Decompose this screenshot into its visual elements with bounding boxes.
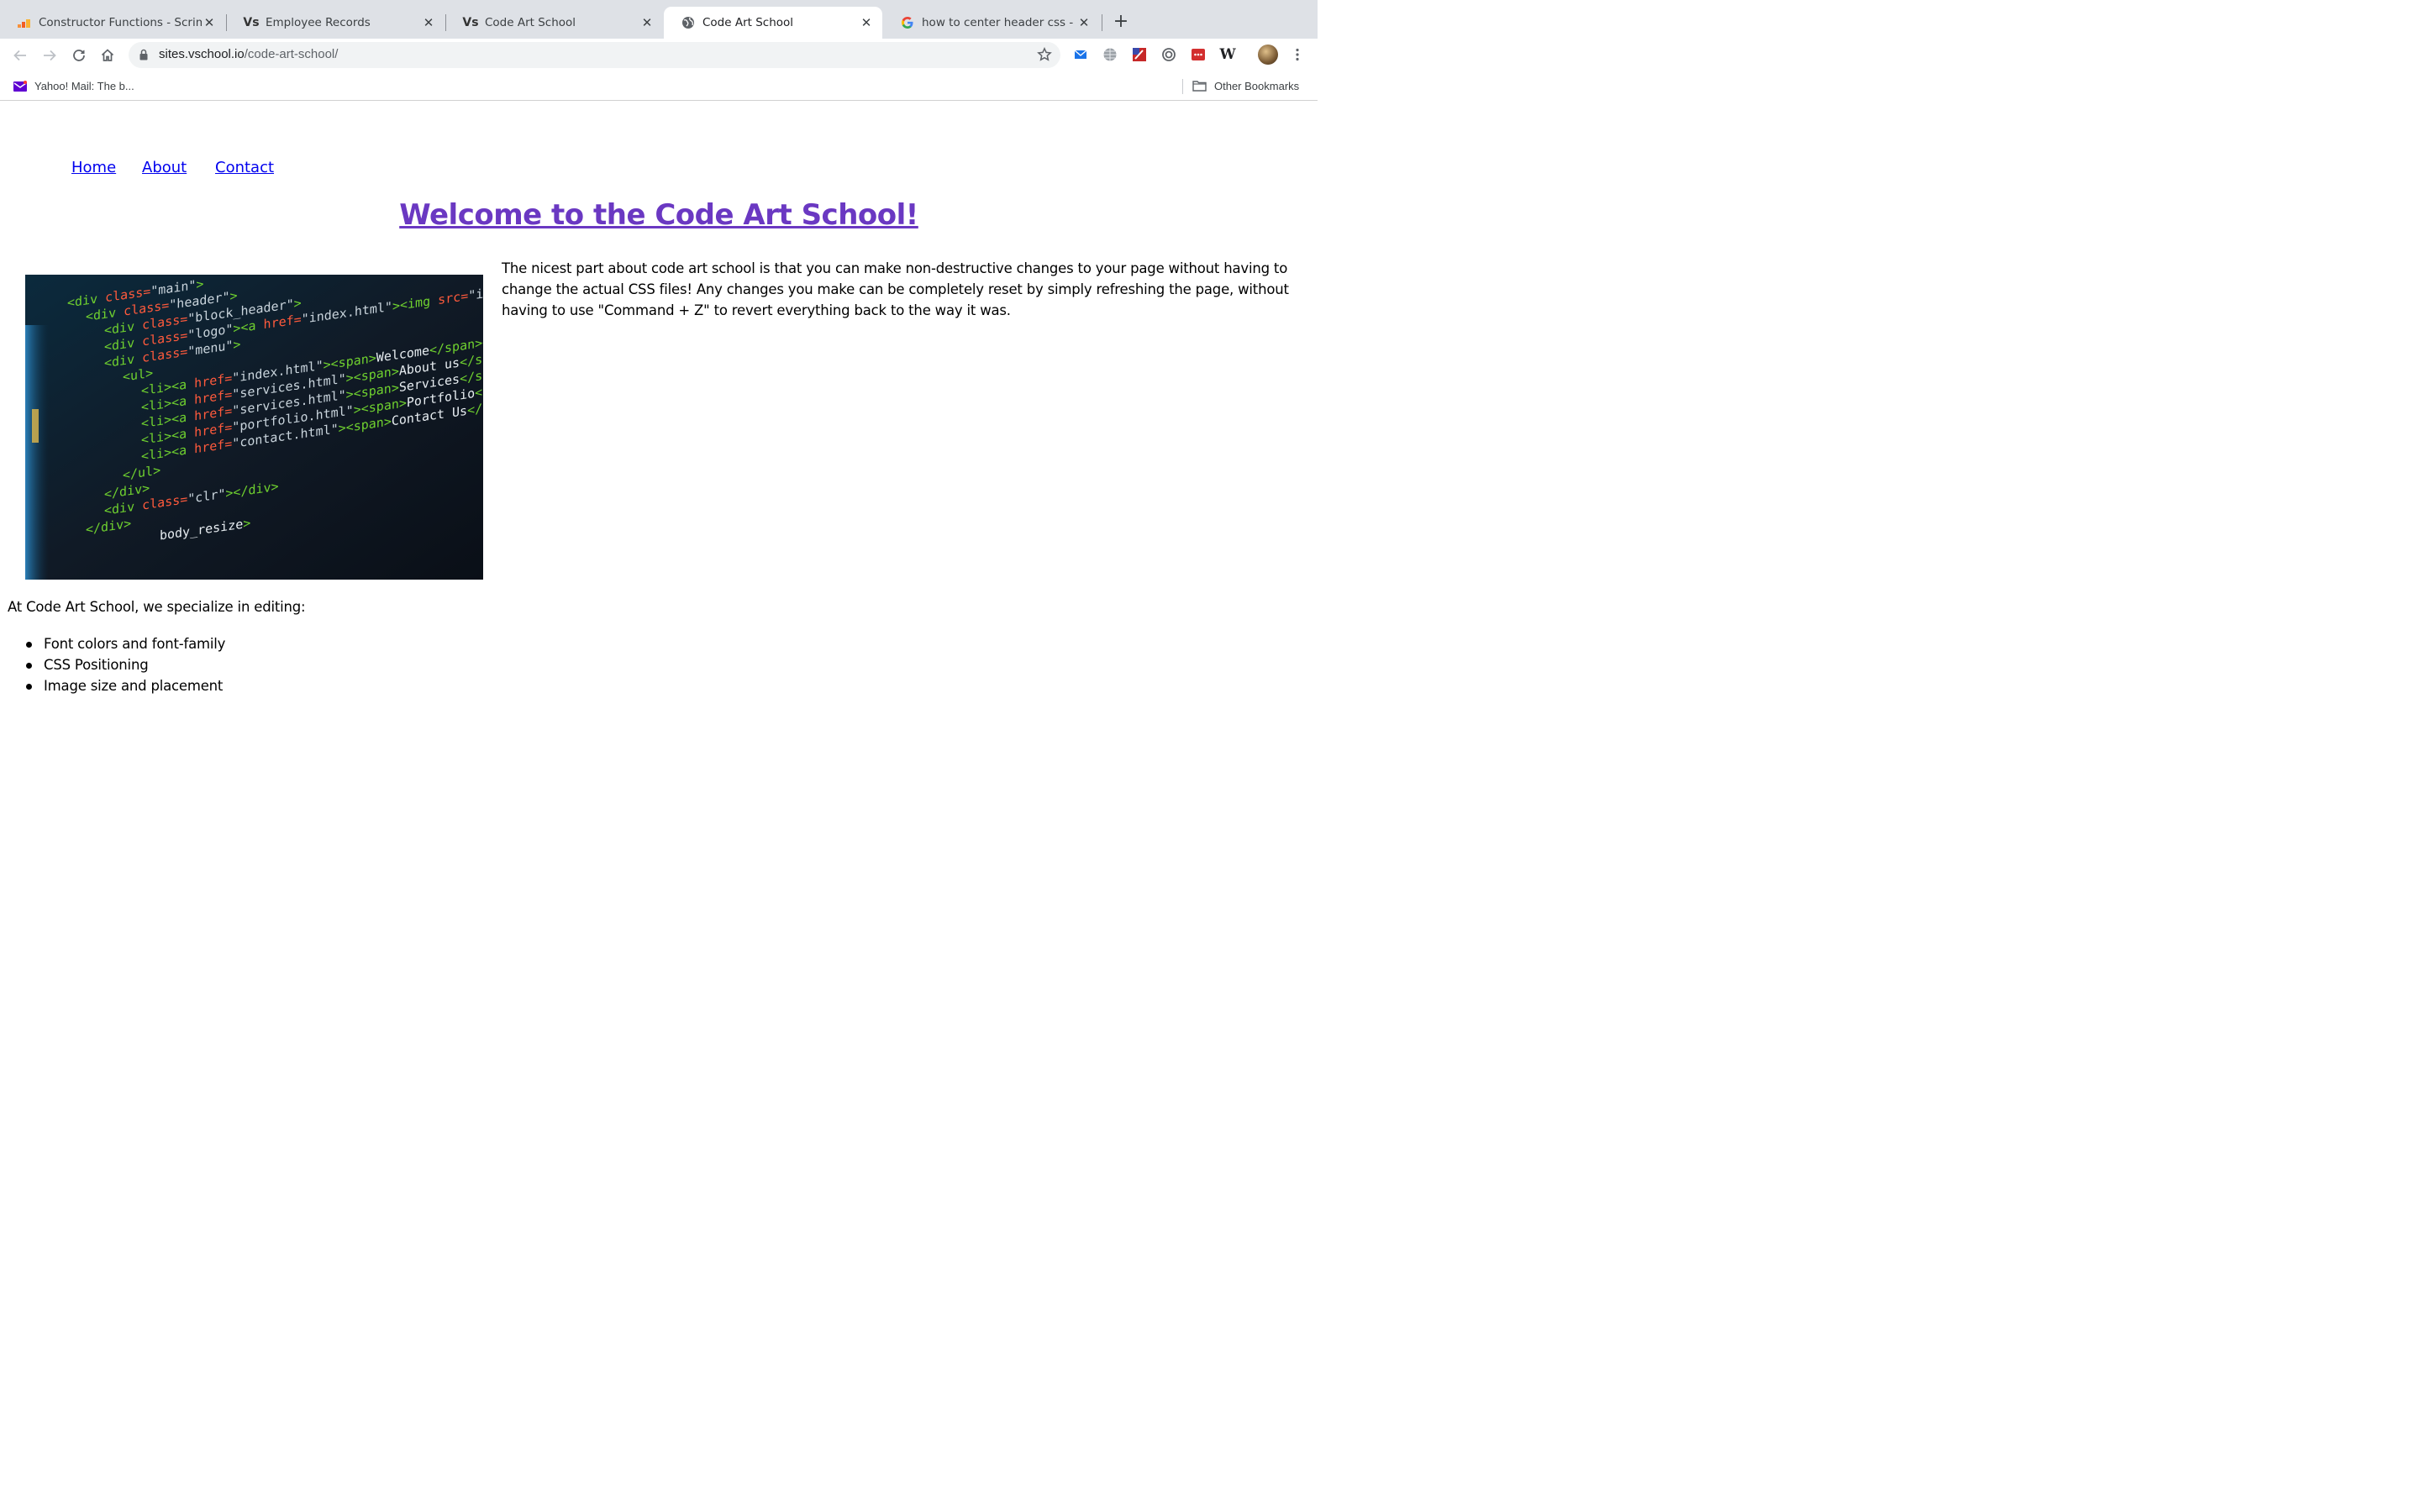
globe-extension-icon[interactable] xyxy=(1102,46,1118,63)
menu-kebab-icon[interactable] xyxy=(1289,46,1306,63)
lock-icon xyxy=(139,49,148,60)
forward-arrow-icon xyxy=(44,50,56,61)
tab-title: how to center header css - Google Search xyxy=(922,16,1076,29)
circle-extension-icon[interactable] xyxy=(1160,46,1177,63)
folder-icon xyxy=(1192,80,1207,92)
home-button[interactable] xyxy=(97,45,118,66)
tab-code-art-school[interactable]: Vs Code Art School ✕ xyxy=(446,7,663,39)
forward-button[interactable] xyxy=(39,45,60,66)
url-host: sites.vschool.io xyxy=(159,47,245,61)
new-tab-button[interactable]: + xyxy=(1111,13,1131,33)
tab-strip: Constructor Functions - Scrimba ✕ Vs Emp… xyxy=(0,0,1318,39)
mail-extension-icon[interactable] xyxy=(1072,46,1089,63)
scrimba-icon xyxy=(17,15,32,30)
code-screenshot-image: <div class="main"> <div class="header"> <d… xyxy=(25,275,483,580)
bookmarks-divider xyxy=(1182,79,1183,94)
address-bar[interactable]: sites.vschool.io/code-art-school/ xyxy=(129,42,1060,68)
google-icon xyxy=(900,15,915,30)
back-button[interactable] xyxy=(10,45,30,66)
nav-link-contact[interactable]: Contact xyxy=(215,159,274,176)
feature-item: Font colors and font-family xyxy=(25,633,225,654)
browser-toolbar: sites.vschool.io/code-art-school/ W xyxy=(0,39,1318,72)
tab-title: Code Art School xyxy=(702,16,794,29)
home-icon xyxy=(101,49,114,61)
close-icon[interactable]: ✕ xyxy=(859,15,874,30)
reload-icon xyxy=(73,50,85,61)
bookmarks-bar: Yahoo! Mail: The b... Other Bookmarks xyxy=(0,72,1318,101)
url-text: sites.vschool.io/code-art-school/ xyxy=(159,47,338,61)
other-bookmarks[interactable]: Other Bookmarks xyxy=(1192,78,1299,93)
globe-icon xyxy=(681,15,696,30)
features-lead-text: At Code Art School, we specialize in edi… xyxy=(8,599,306,615)
yahoo-mail-icon xyxy=(13,80,27,92)
page-heading: Welcome to the Code Art School! xyxy=(399,198,918,232)
tab-google-search[interactable]: how to center header css - Google Search… xyxy=(883,7,1100,39)
bookmark-yahoo-mail[interactable]: Yahoo! Mail: The b... xyxy=(13,78,134,93)
tab-employee-records[interactable]: Vs Employee Records ✕ xyxy=(227,7,445,39)
profile-avatar[interactable] xyxy=(1258,45,1278,65)
nav-link-about[interactable]: About xyxy=(142,159,187,176)
other-bookmarks-label: Other Bookmarks xyxy=(1214,79,1300,92)
tab-title: Constructor Functions - Scrimba xyxy=(39,16,202,29)
password-extension-icon[interactable] xyxy=(1190,46,1207,63)
intro-paragraph: The nicest part about code art school is… xyxy=(502,260,1289,318)
bookmark-star-icon[interactable] xyxy=(1037,47,1052,62)
feature-item: Image size and placement xyxy=(25,675,225,696)
features-list: Font colors and font-family CSS Position… xyxy=(25,633,225,696)
wikipedia-icon[interactable]: W xyxy=(1219,46,1236,63)
tab-title: Code Art School xyxy=(485,16,576,29)
bookmark-label: Yahoo! Mail: The b... xyxy=(34,79,134,92)
tab-constructor-functions[interactable]: Constructor Functions - Scrimba ✕ xyxy=(0,7,225,39)
close-icon[interactable]: ✕ xyxy=(202,15,217,30)
tab-title: Employee Records xyxy=(266,16,371,29)
back-arrow-icon xyxy=(13,50,26,61)
code-image-graphic: <div class="main"><div class="header"><d… xyxy=(25,275,483,580)
flag-extension-icon[interactable] xyxy=(1131,46,1148,63)
url-path: /code-art-school/ xyxy=(244,47,339,61)
close-icon[interactable]: ✕ xyxy=(639,15,655,30)
feature-item: CSS Positioning xyxy=(25,654,225,675)
page-content: Home About Contact Welcome to the Code A… xyxy=(0,102,1318,823)
close-icon[interactable]: ✕ xyxy=(1076,15,1092,30)
vschool-icon: Vs xyxy=(243,16,260,29)
tab-code-art-school-active[interactable]: Code Art School ✕ xyxy=(664,7,882,39)
vschool-icon: Vs xyxy=(462,16,479,29)
nav-link-home[interactable]: Home xyxy=(71,159,116,176)
close-icon[interactable]: ✕ xyxy=(421,15,436,30)
reload-button[interactable] xyxy=(69,45,89,66)
